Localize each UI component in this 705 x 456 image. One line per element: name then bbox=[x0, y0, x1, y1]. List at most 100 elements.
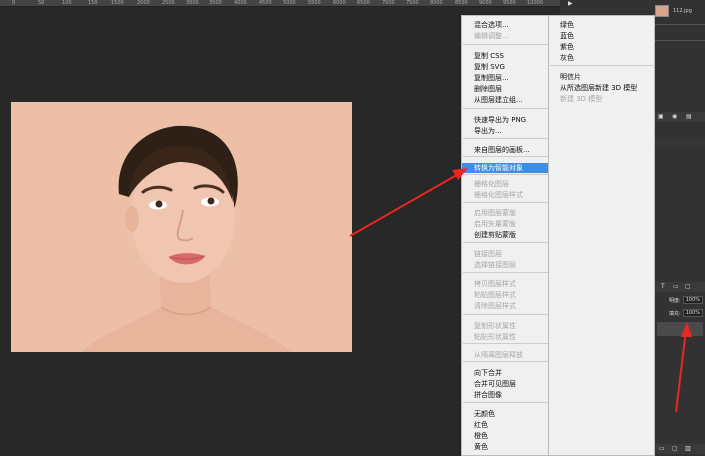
layers-bottom-bar: ▭ ▢ ▥ bbox=[655, 444, 705, 454]
context-menu-item: 链接图层 bbox=[474, 250, 502, 258]
shape-filter-icon[interactable]: ▭ bbox=[673, 283, 679, 290]
context-menu-item[interactable]: 橙色 bbox=[462, 431, 548, 441]
menu-separator bbox=[463, 314, 549, 315]
portrait-photo[interactable] bbox=[11, 102, 352, 352]
panel-header bbox=[655, 138, 705, 148]
panel-divider bbox=[655, 40, 705, 41]
context-menu-item: 启用矢量蒙版 bbox=[474, 220, 516, 228]
ruler-tick: 6500 bbox=[357, 0, 370, 6]
opacity-row: 明度: 100% bbox=[657, 295, 703, 305]
submenu-item[interactable]: 明信片 bbox=[549, 72, 654, 82]
ruler-tick: 1500 bbox=[111, 0, 124, 6]
context-menu-item[interactable]: 删除图层 bbox=[462, 84, 548, 94]
menu-separator bbox=[463, 138, 549, 139]
menu-separator bbox=[463, 361, 549, 362]
context-menu-item: 粘贴图层样式 bbox=[474, 291, 516, 299]
menu-separator bbox=[463, 402, 549, 403]
ruler-tick: 150 bbox=[88, 0, 98, 6]
menu-separator bbox=[463, 44, 549, 45]
menu-separator bbox=[463, 242, 549, 243]
context-menu-item[interactable]: 从图层建立组... bbox=[462, 95, 548, 105]
ruler-tick: 3500 bbox=[209, 0, 222, 6]
ruler-tick: 9500 bbox=[503, 0, 516, 6]
ruler-tick: 7000 bbox=[382, 0, 395, 6]
ruler-tick: 5500 bbox=[308, 0, 321, 6]
menu-separator bbox=[463, 174, 549, 175]
trash-icon[interactable]: ▥ bbox=[685, 445, 691, 452]
ruler-tick: 5000 bbox=[283, 0, 296, 6]
menu-separator bbox=[463, 343, 549, 344]
context-menu-item: 选择链接图层 bbox=[474, 261, 516, 269]
layer-row[interactable]: 112.jpg bbox=[655, 4, 705, 18]
submenu-item: 新建 3D 模型 bbox=[560, 95, 603, 103]
new-layer-icon[interactable]: ▢ bbox=[672, 445, 678, 452]
folder-icon[interactable]: ▭ bbox=[659, 445, 665, 452]
type-filter-icon[interactable]: T bbox=[661, 283, 665, 290]
context-menu-item[interactable]: 黄色 bbox=[462, 442, 548, 452]
context-menu-item[interactable]: 复制 CSS bbox=[462, 51, 548, 61]
fill-input[interactable]: 100% bbox=[682, 309, 703, 317]
context-menu-item[interactable]: 转换为智能对象 bbox=[462, 163, 548, 173]
context-menu-item[interactable]: 导出为... bbox=[462, 126, 548, 136]
top-ruler: 0 50 100 150 1500 2000 2500 3000 3500 4000 4500 500… bbox=[0, 0, 560, 7]
delete-icon[interactable]: ▤ bbox=[686, 113, 692, 120]
ruler-tick: 100 bbox=[62, 0, 72, 6]
context-menu-item[interactable]: 复制图层... bbox=[462, 73, 548, 83]
portrait-image bbox=[11, 102, 352, 352]
context-menu-item[interactable]: 合并可见图层 bbox=[462, 379, 548, 389]
context-menu-item[interactable]: 拼合图像 bbox=[462, 390, 548, 400]
context-menu-item[interactable]: 来自图层的画板... bbox=[462, 145, 548, 155]
context-menu-item: 复制形状属性 bbox=[474, 322, 516, 330]
context-menu-item: 启用图层蒙版 bbox=[474, 209, 516, 217]
layer-filter-bar: T ▭ ▢ bbox=[655, 282, 705, 292]
context-menu-item[interactable]: 红色 bbox=[462, 420, 548, 430]
submenu-item[interactable]: 紫色 bbox=[549, 42, 654, 52]
ruler-tick: 7500 bbox=[406, 0, 419, 6]
submenu-item[interactable]: 从所选图层新建 3D 模型 bbox=[549, 83, 654, 93]
camera-icon[interactable]: ◉ bbox=[672, 113, 677, 120]
context-menu-item: 粘贴形状属性 bbox=[474, 333, 516, 341]
context-menu-item: 清除图层样式 bbox=[474, 302, 516, 310]
ruler-tick: 8000 bbox=[430, 0, 443, 6]
context-menu-item[interactable]: 快速导出为 PNG bbox=[462, 115, 548, 125]
ruler-tick: 9000 bbox=[479, 0, 492, 6]
menu-separator bbox=[550, 65, 655, 66]
submenu-item[interactable]: 绿色 bbox=[549, 20, 654, 30]
ruler-tick: 10000 bbox=[527, 0, 543, 6]
layer-name: 112.jpg bbox=[673, 8, 692, 14]
menu-separator bbox=[463, 202, 549, 203]
ruler-tick: 4000 bbox=[234, 0, 247, 6]
play-icon[interactable]: ▶ bbox=[568, 0, 582, 7]
smart-filter-icon[interactable]: ▢ bbox=[685, 283, 691, 290]
ruler-tick: 4500 bbox=[259, 0, 272, 6]
menu-separator bbox=[463, 272, 549, 273]
fill-label: 填充: bbox=[669, 310, 681, 317]
layer-thumbnail bbox=[655, 5, 669, 17]
menu-separator bbox=[463, 156, 549, 157]
context-menu-item[interactable]: 无颜色 bbox=[462, 409, 548, 419]
ruler-tick: 6000 bbox=[333, 0, 346, 6]
context-menu-item: 栅格化图层样式 bbox=[474, 191, 523, 199]
context-menu-item: 拷贝图层样式 bbox=[474, 280, 516, 288]
ruler-tick: 0 bbox=[12, 0, 16, 6]
submenu-item[interactable]: 蓝色 bbox=[549, 31, 654, 41]
submenu-item[interactable]: 灰色 bbox=[549, 53, 654, 63]
context-menu-item: 栅格化图层 bbox=[474, 180, 509, 188]
panel-toolbar: ▣ ◉ ▤ bbox=[655, 112, 705, 122]
ruler-tick: 50 bbox=[38, 0, 45, 6]
context-submenu: 绿色 蓝色 紫色 灰色明信片 从所选图层新建 3D 模型新建 3D 模型 bbox=[548, 15, 655, 456]
context-menu-item[interactable]: 创建剪贴蒙版 bbox=[462, 230, 548, 240]
selected-layer-row[interactable] bbox=[657, 322, 703, 336]
context-menu-item[interactable]: 向下合并 bbox=[462, 368, 548, 378]
ruler-tick: 3000 bbox=[186, 0, 199, 6]
context-menu-item[interactable]: 复制 SVG bbox=[462, 62, 548, 72]
menu-separator bbox=[463, 108, 549, 109]
context-menu-item: 从隔离图层释放 bbox=[474, 351, 523, 359]
layer-context-menu: 混合选项... 编辑调整... 复制 CSS 复制 SVG 复制图层... 删除图层 从图层… bbox=[461, 15, 549, 456]
ruler-tick: 2500 bbox=[162, 0, 175, 6]
context-menu-item[interactable]: 混合选项... bbox=[462, 20, 548, 30]
ruler-tick: 8500 bbox=[455, 0, 468, 6]
opacity-input[interactable]: 100% bbox=[682, 296, 703, 304]
image-icon[interactable]: ▣ bbox=[658, 113, 664, 120]
panel-divider bbox=[655, 24, 705, 25]
